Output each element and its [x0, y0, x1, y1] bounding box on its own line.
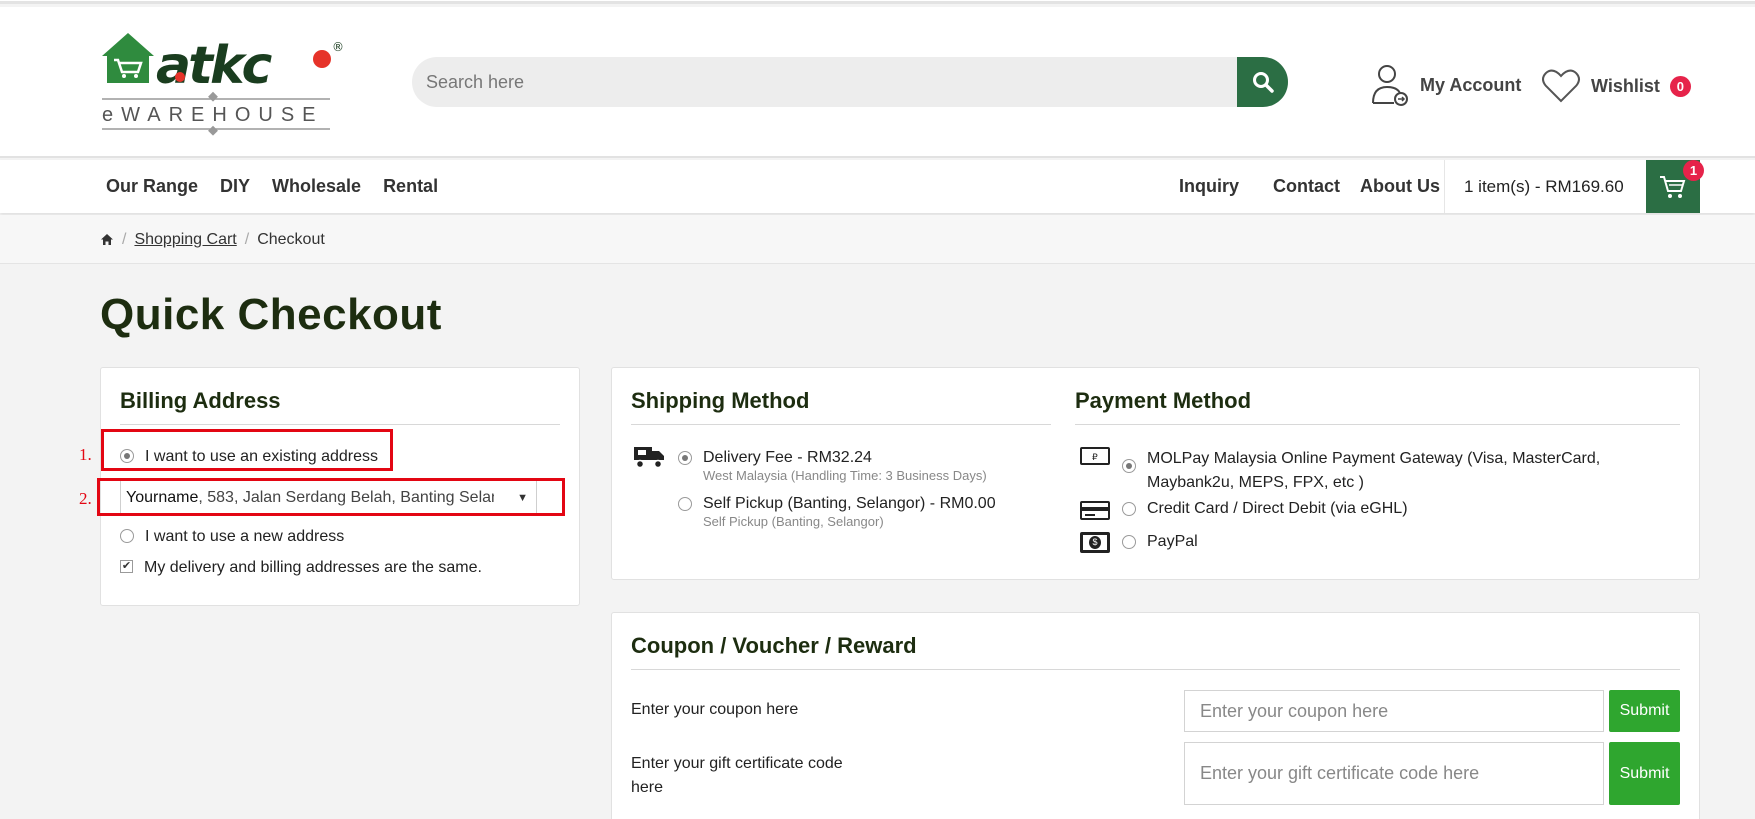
self-pickup-radio[interactable]	[678, 497, 692, 511]
same-address-label: My delivery and billing addresses are th…	[144, 559, 482, 576]
svg-text:®: ®	[332, 40, 344, 54]
mini-cart: 1 item(s) - RM169.60 1	[1444, 160, 1704, 213]
gift-certificate-submit-button[interactable]: Submit	[1609, 742, 1680, 805]
credit-card-radio[interactable]	[1122, 502, 1136, 516]
user-account-icon	[1372, 65, 1408, 106]
shipping-divider	[631, 424, 1051, 425]
self-pickup-sub: Self Pickup (Banting, Selangor)	[703, 514, 884, 529]
nav-about-us[interactable]: About Us	[1360, 176, 1440, 197]
annotation-label-1: 1.	[79, 445, 92, 464]
breadcrumb-separator: /	[122, 230, 127, 248]
site-logo[interactable]: atkc ® eWAREHOUSE	[100, 29, 360, 141]
nav-right: Inquiry Contact About Us	[1179, 160, 1440, 213]
search-bar	[412, 57, 1288, 107]
svg-text:atkc: atkc	[156, 36, 273, 96]
breadcrumb: / Shopping Cart / Checkout	[0, 215, 1755, 264]
nav-inquiry[interactable]: Inquiry	[1179, 176, 1239, 197]
gift-certificate-input[interactable]	[1184, 742, 1604, 805]
delivery-fee-option[interactable]: Delivery Fee - RM32.24 West Malaysia (Ha…	[678, 449, 987, 483]
nav-diy[interactable]: DIY	[220, 176, 250, 197]
payment-divider	[1075, 424, 1680, 425]
credit-card-option[interactable]: Credit Card / Direct Debit (via eGHL)	[1122, 500, 1408, 518]
coupon-title: Coupon / Voucher / Reward	[631, 633, 917, 658]
top-border	[0, 0, 1755, 4]
wishlist-link[interactable]: Wishlist 0	[1541, 67, 1691, 105]
search-icon	[1252, 72, 1274, 93]
breadcrumb-checkout: Checkout	[257, 230, 325, 248]
same-address-option[interactable]: ✔ My delivery and billing addresses are …	[120, 559, 482, 577]
credit-card-icon	[1080, 501, 1110, 520]
coupon-divider	[631, 669, 1680, 670]
paypal-option[interactable]: PayPal	[1122, 533, 1198, 551]
paypal-radio[interactable]	[1122, 535, 1136, 549]
delivery-fee-label: Delivery Fee - RM32.24	[703, 449, 872, 466]
molpay-radio[interactable]	[1122, 459, 1136, 473]
heart-icon	[1542, 69, 1580, 103]
wishlist-count-badge: 0	[1669, 75, 1691, 97]
nav-our-range[interactable]: Our Range	[106, 176, 198, 197]
cart-count-badge: 1	[1683, 160, 1704, 181]
nav-contact[interactable]: Contact	[1273, 176, 1340, 197]
nav-left: Our Range DIY Wholesale Rental	[106, 160, 438, 213]
credit-card-label: Credit Card / Direct Debit (via eGHL)	[1147, 500, 1408, 517]
new-address-label: I want to use a new address	[145, 528, 345, 545]
delivery-fee-radio[interactable]	[678, 451, 692, 465]
search-input[interactable]	[426, 57, 1226, 107]
molpay-label: MOLPay Malaysia Online Payment Gateway (…	[1147, 450, 1601, 491]
self-pickup-label: Self Pickup (Banting, Selangor) - RM0.00	[703, 495, 996, 512]
gift-certificate-label-line1: Enter your gift certificate code	[631, 755, 843, 772]
payment-method-title: Payment Method	[1075, 388, 1252, 413]
svg-text:eWAREHOUSE: eWAREHOUSE	[102, 104, 324, 126]
breadcrumb-shopping-cart[interactable]: Shopping Cart	[134, 231, 236, 249]
annotation-label-2: 2.	[79, 489, 92, 508]
atkc-logo-graphic: atkc ® eWAREHOUSE	[102, 33, 344, 136]
my-account-label: My Account	[1420, 74, 1522, 95]
breadcrumb-separator: /	[244, 230, 250, 248]
coupon-submit-button[interactable]: Submit	[1609, 690, 1680, 732]
billing-divider	[120, 424, 560, 425]
gift-certificate-label-line2: here	[631, 779, 664, 796]
svg-text:₽: ₽	[1092, 453, 1098, 463]
nav-wholesale[interactable]: Wholesale	[272, 176, 361, 197]
paypal-label: PayPal	[1147, 533, 1198, 550]
delivery-truck-icon	[634, 447, 664, 469]
billing-address-title: Billing Address	[120, 388, 281, 413]
home-icon[interactable]	[100, 233, 114, 246]
annotation-box-2	[97, 478, 565, 516]
molpay-option[interactable]: MOLPay Malaysia Online Payment Gateway (…	[1122, 447, 1642, 495]
site-header: atkc ® eWAREHOUSE My Acc	[0, 7, 1755, 158]
cart-summary[interactable]: 1 item(s) - RM169.60	[1464, 160, 1624, 213]
page-title: Quick Checkout	[100, 290, 442, 339]
annotation-box-1	[101, 429, 393, 471]
delivery-fee-sub: West Malaysia (Handling Time: 3 Business…	[703, 468, 987, 483]
cart-button[interactable]: 1	[1646, 160, 1704, 213]
nav-rental[interactable]: Rental	[383, 176, 438, 197]
new-address-option[interactable]: I want to use a new address	[120, 528, 344, 546]
coupon-label: Enter your coupon here	[631, 701, 799, 718]
gift-certificate-label: Enter your gift certificate code here	[631, 752, 843, 800]
shipping-method-title: Shipping Method	[631, 388, 810, 413]
same-address-checkbox[interactable]: ✔	[120, 560, 133, 573]
wishlist-label: Wishlist	[1591, 75, 1660, 96]
main-nav: Our Range DIY Wholesale Rental Inquiry C…	[0, 160, 1755, 213]
my-account-link[interactable]: My Account	[1370, 61, 1521, 109]
self-pickup-option[interactable]: Self Pickup (Banting, Selangor) - RM0.00…	[678, 495, 996, 529]
molpay-icon: ₽	[1080, 447, 1110, 465]
shopping-cart-icon	[1660, 175, 1686, 198]
paypal-cash-icon: $	[1080, 532, 1110, 553]
new-address-radio[interactable]	[120, 529, 134, 543]
search-button[interactable]	[1237, 57, 1288, 107]
coupon-input[interactable]	[1184, 690, 1604, 732]
